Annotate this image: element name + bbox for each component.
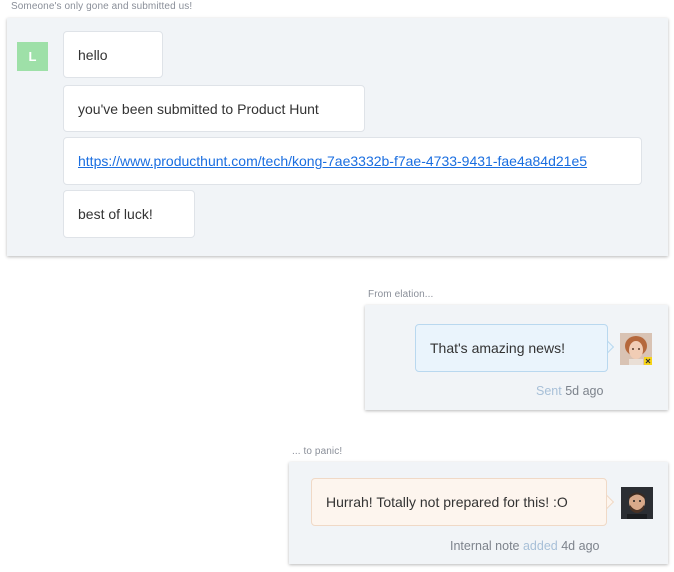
message-text: best of luck! [78, 206, 153, 222]
conversation-caption-3: ... to panic! [292, 446, 343, 457]
message-bubble-submitted: you've been submitted to Product Hunt [63, 85, 365, 132]
incoming-conversation-panel: L hello you've been submitted to Product… [7, 18, 668, 256]
message-bubble-link: https://www.producthunt.com/tech/kong-7a… [63, 137, 642, 185]
sent-status: Sent 5d ago [536, 384, 603, 398]
reply-panel: That's amazing news! Sent 5d ago [365, 305, 668, 410]
message-bubble-luck: best of luck! [63, 190, 195, 238]
message-bubble-hello: hello [63, 31, 163, 78]
message-text: you've been submitted to Product Hunt [78, 100, 319, 117]
sent-time: 5d ago [565, 384, 604, 398]
note-verb: added [522, 539, 558, 553]
message-text: hello [78, 46, 108, 63]
conversation-caption-1: Someone's only gone and submitted us! [11, 1, 193, 12]
agent-avatar-man-icon[interactable] [621, 487, 653, 519]
reply-text: That's amazing news! [430, 340, 565, 356]
sent-label: Sent [536, 384, 562, 398]
internal-note-bubble: Hurrah! Totally not prepared for this! :… [311, 478, 607, 526]
note-label: Internal note [450, 539, 520, 553]
agent-avatar-woman-icon[interactable] [620, 333, 652, 365]
internal-note-panel: Hurrah! Totally not prepared for this! :… [289, 462, 668, 564]
user-avatar-letter[interactable]: L [17, 42, 48, 71]
internal-note-text: Hurrah! Totally not prepared for this! :… [326, 494, 568, 510]
internal-note-status: Internal note added 4d ago [450, 539, 599, 553]
product-hunt-link[interactable]: https://www.producthunt.com/tech/kong-7a… [78, 153, 587, 169]
reply-bubble: That's amazing news! [415, 324, 608, 372]
note-time: 4d ago [561, 539, 600, 553]
conversation-caption-2: From elation... [368, 289, 434, 300]
